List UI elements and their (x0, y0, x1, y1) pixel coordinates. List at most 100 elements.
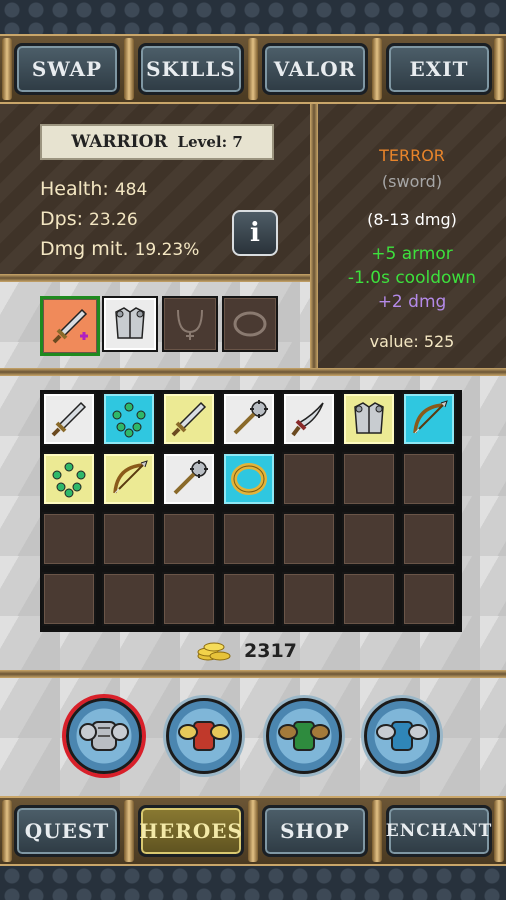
top-decor-strip (0, 0, 506, 34)
bow-icon (413, 400, 448, 434)
item-name: TERROR (379, 146, 445, 165)
inventory-slot[interactable] (102, 512, 156, 566)
equipped-panel (0, 282, 310, 368)
health-value: 484 (114, 180, 148, 200)
valor-button[interactable]: VALOR (262, 43, 368, 95)
bottom-menu-bar: QUEST HEROES SHOP ENCHANT (0, 796, 506, 866)
equipped-weapon-slot[interactable] (40, 296, 100, 356)
inventory-slot[interactable] (402, 572, 456, 626)
inventory-panel: 2317 (0, 376, 506, 672)
frame-divider (0, 368, 506, 376)
inventory-slot[interactable] (402, 392, 456, 446)
ring-icon (231, 463, 267, 495)
pillar (494, 800, 504, 862)
hero-level: Level: 7 (177, 133, 243, 151)
sword-icon (171, 401, 207, 437)
pillar (372, 38, 382, 100)
mace-icon (233, 400, 268, 435)
inventory-slot[interactable] (402, 512, 456, 566)
item-value: value: 525 (318, 332, 506, 351)
inventory-slot[interactable] (282, 392, 336, 446)
hero-select-warrior[interactable] (66, 698, 142, 774)
pillar (2, 800, 12, 862)
inventory-slot[interactable] (222, 452, 276, 506)
pillar (494, 38, 504, 100)
item-bonus-armor: +5 armor (371, 244, 453, 264)
pillar (124, 800, 134, 862)
bottom-decor-strip (0, 866, 506, 900)
inventory-slot[interactable] (282, 452, 336, 506)
inventory-slot[interactable] (102, 572, 156, 626)
equipped-ring-slot[interactable] (222, 296, 278, 352)
inventory-slot[interactable] (342, 572, 396, 626)
panel-divider (310, 104, 318, 368)
hero-stats-panel: WARRIOR Level: 7 Health: 484 Dps: 23.26 … (0, 104, 310, 274)
equipped-amulet-slot[interactable] (162, 296, 218, 352)
frame-divider (0, 274, 310, 282)
inventory-slot[interactable] (402, 452, 456, 506)
item-damage: (8-13 dmg) (367, 210, 457, 229)
armor-icon (115, 307, 145, 339)
inventory-slot[interactable] (162, 392, 216, 446)
dps-stat: Dps: 23.26 (40, 208, 138, 230)
inventory-slot[interactable] (42, 452, 96, 506)
gold-amount: 2317 (244, 640, 297, 662)
info-button[interactable]: i (232, 210, 278, 256)
hero-select-red[interactable] (166, 698, 242, 774)
curved-sword-icon (291, 402, 324, 437)
mitigation-label: Dmg mit. (40, 238, 129, 260)
quest-button[interactable]: QUEST (14, 805, 120, 857)
shop-button[interactable]: SHOP (262, 805, 368, 857)
item-value-label: value: (369, 332, 419, 351)
equipped-armor-slot[interactable] (102, 296, 158, 352)
swap-button[interactable]: SWAP (14, 43, 120, 95)
health-stat: Health: 484 (40, 178, 147, 200)
dps-value: 23.26 (89, 210, 138, 230)
inventory-slot[interactable] (42, 572, 96, 626)
blue-hero-icon (376, 721, 428, 751)
inventory-slot[interactable] (222, 512, 276, 566)
item-type: (sword) (381, 172, 443, 191)
inventory-slot[interactable] (282, 572, 336, 626)
hero-class: WARRIOR (71, 132, 168, 152)
inventory-slot[interactable] (282, 512, 336, 566)
inventory-slot[interactable] (342, 452, 396, 506)
item-bonus-damage: +2 dmg (377, 292, 447, 312)
dps-label: Dps: (40, 208, 83, 230)
damage-mitigation-stat: Dmg mit. 19.23% (40, 238, 199, 260)
inventory-slot[interactable] (222, 572, 276, 626)
mitigation-value: 19.23% (134, 240, 200, 260)
inventory-slot[interactable] (342, 512, 396, 566)
hero-select-green[interactable] (266, 698, 342, 774)
sword-icon (51, 401, 87, 437)
hero-select-blue[interactable] (364, 698, 440, 774)
gold-coins-icon (197, 642, 231, 661)
skills-button[interactable]: SKILLS (138, 43, 244, 95)
pillar (248, 38, 258, 100)
heroes-button[interactable]: HEROES (138, 805, 244, 857)
inventory-slot[interactable] (162, 572, 216, 626)
item-value-amount: 525 (423, 332, 455, 351)
inventory-slot[interactable] (162, 512, 216, 566)
inventory-slot[interactable] (102, 452, 156, 506)
inventory-slot[interactable] (162, 452, 216, 506)
inventory-slot[interactable] (102, 392, 156, 446)
exit-button[interactable]: EXIT (386, 43, 492, 95)
enchant-button[interactable]: ENCHANT (386, 805, 492, 857)
pillar (248, 800, 258, 862)
warrior-hero-icon (79, 721, 129, 751)
bow-icon (113, 460, 148, 494)
inventory-slot[interactable] (42, 512, 96, 566)
pillar (2, 38, 12, 100)
inventory-slot[interactable] (342, 392, 396, 446)
ring-slot-icon (233, 311, 267, 337)
inventory-slot[interactable] (222, 392, 276, 446)
amulet-icon (52, 462, 86, 498)
green-hero-icon (278, 721, 330, 751)
top-menu-bar: SWAP SKILLS VALOR EXIT (0, 34, 506, 104)
pillar (372, 800, 382, 862)
inventory-slot[interactable] (42, 392, 96, 446)
mace-icon (173, 460, 208, 495)
health-label: Health: (40, 178, 109, 200)
gold-display: 2317 (196, 640, 297, 662)
